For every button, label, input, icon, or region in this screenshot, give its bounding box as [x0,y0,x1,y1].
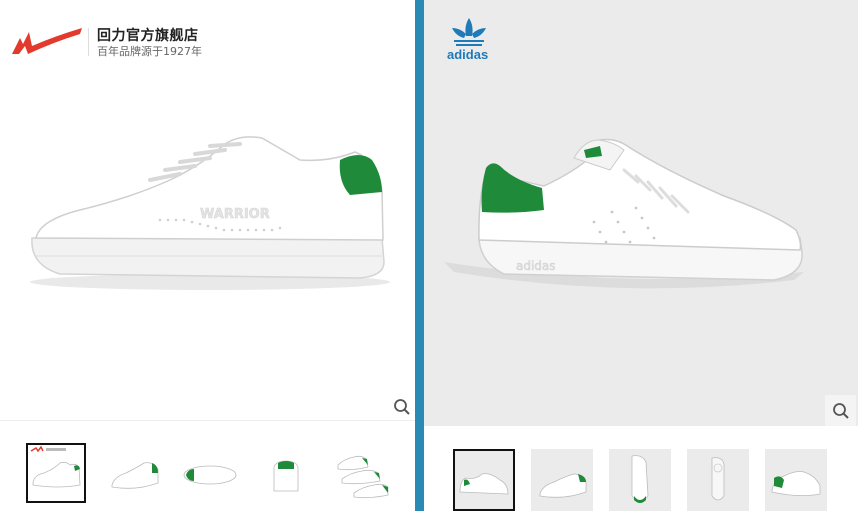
thumbnail-4[interactable] [687,449,749,511]
thumbnail-sneaker-angle-image [539,473,587,498]
thumbnail-4[interactable] [256,443,316,503]
adidas-wordmark: adidas [447,47,488,62]
header-separator [88,28,89,56]
thumbnail-2[interactable] [531,449,593,511]
store-name[interactable]: 回力官方旗舰店 [97,25,199,45]
zoom-button[interactable] [825,395,856,426]
warrior-sneaker-image: WARRIOR [30,136,390,290]
thumbnail-sneaker-pair-image [337,455,389,499]
thumbnail-sneaker-angle-image [111,462,159,489]
warrior-logo-icon [12,28,82,54]
thumbnail-sneaker-side-image [459,473,509,495]
adidas-logo: adidas [444,14,494,64]
magnifier-icon [832,402,849,419]
thumbnail-sneaker-top-image [183,465,237,485]
left-product-gallery: 回力官方旗舰店 百年品牌源于1927年 WARRIOR [0,0,415,511]
main-product-image[interactable]: WARRIOR [0,70,415,420]
store-tagline: 百年品牌源于1927年 [97,45,202,58]
panel-divider [415,0,424,511]
thumbnail-sneaker-back-angle-image [771,471,821,496]
thumbnail-3[interactable] [180,443,240,503]
thumbnail-1[interactable] [26,443,86,503]
thumbnail-2[interactable] [104,443,164,503]
zoom-button[interactable] [388,393,415,421]
thumbnail-sneaker-sole-image [711,457,725,501]
shoe-brand-mark: WARRIOR [200,207,270,222]
right-product-gallery: adidas adidas [424,0,858,511]
thumbnail-5[interactable] [765,449,827,511]
thumbnail-3[interactable] [609,449,671,511]
thumbnail-1[interactable] [453,449,515,511]
thumbnail-sneaker-side-image [30,445,81,488]
thumbnail-sneaker-top-image [631,455,649,503]
adidas-trefoil-icon: adidas [447,18,488,62]
thumbnail-5[interactable] [332,443,392,503]
magnifier-icon [394,399,410,415]
sole-mark: adidas [516,259,556,273]
image-bottom-divider [0,420,415,421]
thumbnail-sneaker-back-image [273,460,299,492]
